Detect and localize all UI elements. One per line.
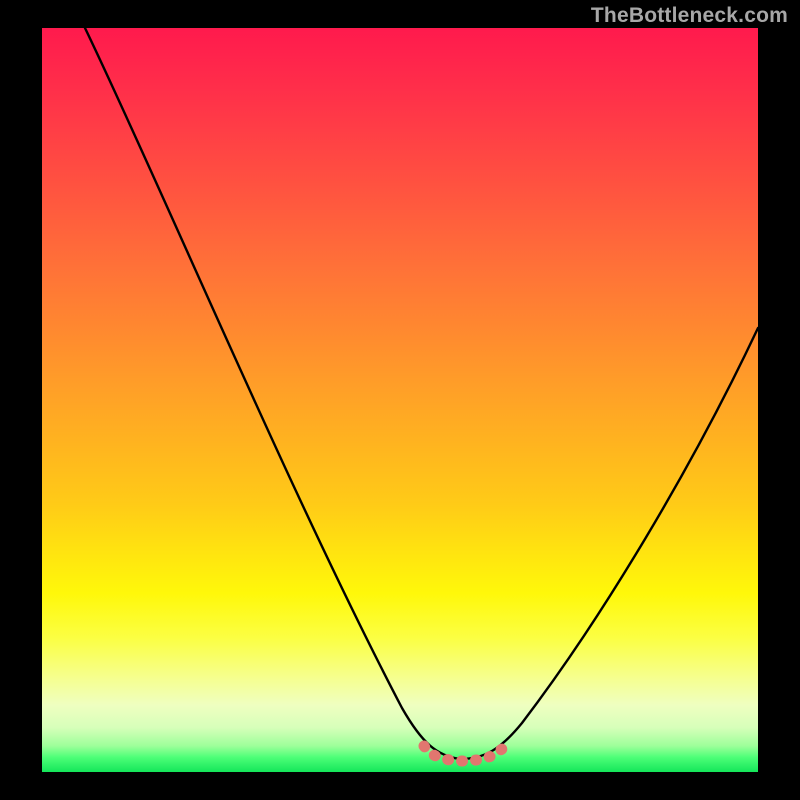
curve-svg — [42, 28, 758, 772]
bottleneck-curve — [85, 28, 758, 759]
chart-frame: TheBottleneck.com — [0, 0, 800, 800]
watermark-text: TheBottleneck.com — [591, 4, 788, 28]
plot-area — [42, 28, 758, 772]
flat-bottom-marker — [424, 746, 504, 761]
